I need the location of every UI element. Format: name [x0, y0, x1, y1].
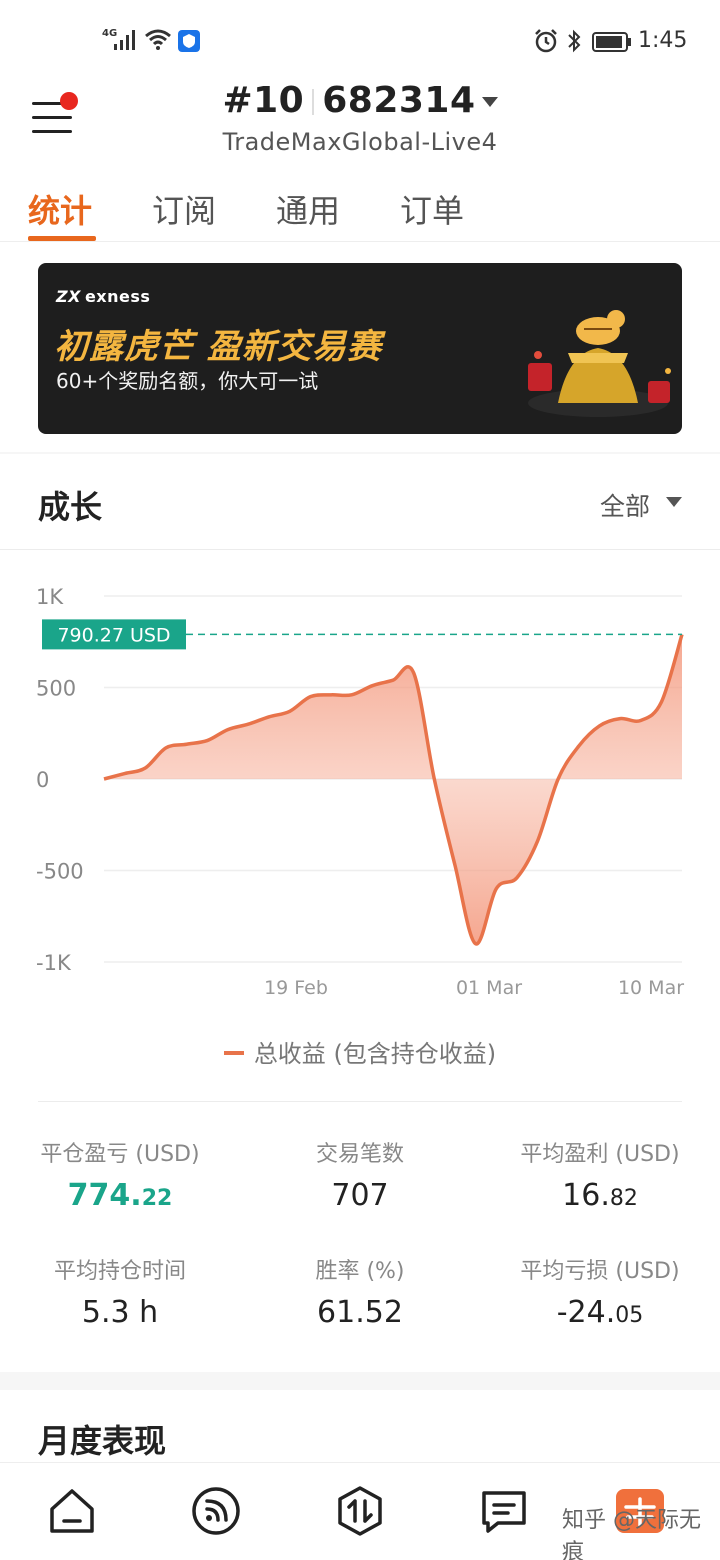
stat-value: 5.3 h [0, 1295, 240, 1330]
y-tick-label: -1K [36, 951, 72, 975]
account-prefix: #10 [222, 80, 305, 121]
stat-label: 平仓盈亏 (USD) [40, 1142, 200, 1167]
growth-title: 成长 [38, 488, 103, 526]
wifi-icon [145, 29, 171, 50]
stat-value: 774.22 [0, 1178, 240, 1213]
x-tick-label: 10 Mar [618, 977, 684, 999]
section-divider [0, 1372, 720, 1390]
exness-logo: ZX exness [56, 287, 151, 306]
caret-down-icon[interactable] [666, 497, 682, 507]
section-divider [38, 1101, 682, 1102]
current-value-label: 790.27 USD [57, 624, 170, 646]
legend-label: 总收益 (包含持仓收益) [253, 1040, 497, 1068]
section-divider [0, 549, 720, 550]
signal-icon [114, 30, 135, 50]
stat-value-frac: 05 [615, 1303, 644, 1328]
stat-value: -24.05 [480, 1295, 720, 1330]
stat-value: 16.82 [480, 1178, 720, 1213]
tab-active-indicator [28, 236, 96, 241]
tab-statistics[interactable]: 统计 [28, 186, 92, 232]
tab-subscriptions[interactable]: 订阅 [152, 186, 216, 232]
stat-value: 707 [240, 1178, 480, 1213]
banner-title: 初露虎芒 盈新交易赛 [54, 327, 382, 367]
tab-bar: 统计 订阅 通用 订单 [0, 180, 720, 242]
messages-icon[interactable] [478, 1485, 530, 1537]
tab-orders[interactable]: 订单 [400, 186, 464, 232]
status-bar: 4G 1:45 [0, 0, 720, 80]
x-tick-label: 01 Mar [456, 977, 522, 999]
stat-avg-hold-time: 平均持仓时间 5.3 h [0, 1253, 240, 1330]
shield-icon [178, 30, 200, 52]
stat-label: 交易笔数 [315, 1142, 404, 1167]
stat-value: 61.52 [240, 1295, 480, 1330]
promo-banner[interactable]: ZX exness 初露虎芒 盈新交易赛 60+个奖励名额，你大可一试 [38, 263, 682, 434]
alarm-icon [535, 29, 557, 53]
watermark: 知乎 @天际无痕 [562, 1508, 701, 1560]
stat-label: 平均盈利 (USD) [520, 1142, 680, 1167]
banner-brand: exness [84, 287, 151, 306]
stat-value-int: 16. [562, 1178, 610, 1213]
stat-trade-count: 交易笔数 707 [240, 1136, 480, 1213]
stat-value-int: 774. [67, 1178, 142, 1213]
y-tick-label: 0 [36, 768, 49, 792]
account-masked-separator [312, 89, 315, 115]
tiger-trophy-icon [528, 310, 671, 417]
y-tick-label: 1K [36, 585, 64, 609]
stat-avg-profit: 平均盈利 (USD) 16.82 [480, 1136, 720, 1213]
growth-range-filter[interactable]: 全部 [600, 487, 650, 523]
legend-swatch [223, 1051, 244, 1055]
stat-closed-pnl: 平仓盈亏 (USD) 774.22 [0, 1136, 240, 1213]
server-name: TradeMaxGlobal-Live4 [222, 128, 498, 156]
growth-chart: 1K 500 0 -500 -1K 19 Feb 01 Mar 10 Mar 790.27 U… [36, 585, 684, 999]
signals-feed-icon[interactable] [190, 1485, 242, 1537]
stat-value-frac: 22 [141, 1186, 173, 1211]
stat-value-int: 5.3 h [81, 1295, 159, 1330]
section-divider [0, 452, 720, 454]
monthly-performance-title: 月度表现 [38, 1422, 167, 1460]
banner-subtitle: 60+个奖励名额，你大可一试 [56, 369, 319, 393]
y-tick-label: -500 [36, 860, 84, 884]
battery-icon [592, 32, 631, 52]
bluetooth-icon [568, 29, 581, 53]
stat-value-int: -24. [556, 1295, 616, 1330]
home-icon[interactable] [46, 1485, 98, 1537]
stat-win-rate: 胜率 (%) 61.52 [240, 1253, 480, 1330]
clock: 1:45 [638, 28, 688, 53]
tab-general[interactable]: 通用 [276, 186, 340, 232]
caret-down-icon [481, 96, 498, 107]
stat-value-frac: 82 [609, 1186, 638, 1211]
chart-legend: 总收益 (包含持仓收益) [0, 1034, 720, 1069]
stat-value-int: 61.52 [317, 1295, 403, 1330]
y-tick-label: 500 [36, 677, 76, 701]
stat-avg-loss: 平均亏损 (USD) -24.05 [480, 1253, 720, 1330]
stat-label: 平均持仓时间 [53, 1259, 186, 1284]
account-selector[interactable]: #10 682314 [0, 80, 720, 121]
stat-label: 平均亏损 (USD) [520, 1259, 680, 1284]
series-line [103, 633, 684, 946]
stat-value-int: 707 [331, 1178, 389, 1213]
stat-label: 胜率 (%) [315, 1259, 405, 1284]
trade-icon[interactable] [334, 1485, 386, 1537]
x-tick-label: 19 Feb [264, 977, 328, 999]
account-number: #10 682314 [222, 80, 475, 121]
account-suffix: 682314 [322, 80, 476, 121]
